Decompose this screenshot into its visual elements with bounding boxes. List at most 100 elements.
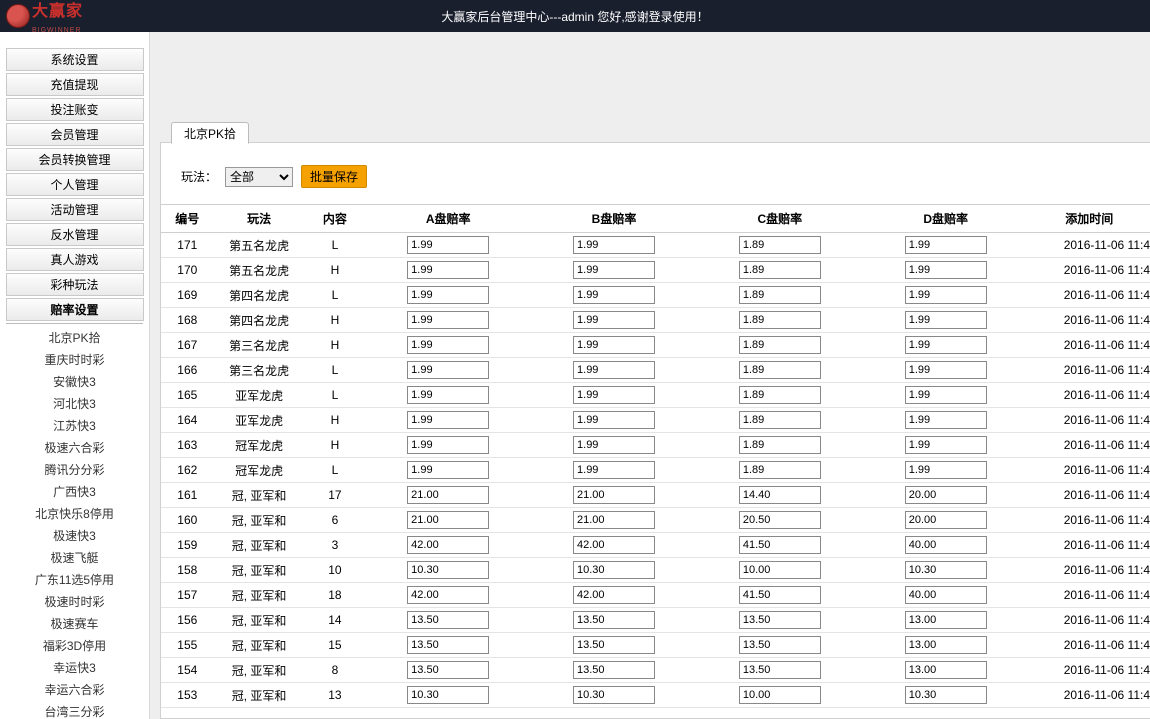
c-rate-input[interactable] (739, 561, 821, 579)
b-rate-input[interactable] (573, 511, 655, 529)
c-rate-input[interactable] (739, 636, 821, 654)
sidebar-sub-item[interactable]: 河北快3 (6, 394, 144, 414)
bulk-save-button[interactable]: 批量保存 (301, 165, 367, 188)
c-rate-input[interactable] (739, 511, 821, 529)
c-rate-input[interactable] (739, 261, 821, 279)
sidebar-sub-item[interactable]: 极速时时彩 (6, 592, 144, 612)
sidebar-main-item[interactable]: 反水管理 (6, 223, 144, 246)
c-rate-input[interactable] (739, 661, 821, 679)
b-rate-input[interactable] (573, 386, 655, 404)
b-rate-input[interactable] (573, 661, 655, 679)
sidebar-main-item[interactable]: 真人游戏 (6, 248, 144, 271)
d-rate-input[interactable] (905, 286, 987, 304)
c-rate-input[interactable] (739, 286, 821, 304)
sidebar-sub-item[interactable]: 极速飞艇 (6, 548, 144, 568)
a-rate-input[interactable] (407, 461, 489, 479)
sidebar-sub-item[interactable]: 北京PK拾 (6, 328, 144, 348)
tab-active[interactable]: 北京PK拾 (171, 122, 249, 144)
c-rate-input[interactable] (739, 586, 821, 604)
c-rate-input[interactable] (739, 386, 821, 404)
a-rate-input[interactable] (407, 636, 489, 654)
d-rate-input[interactable] (905, 561, 987, 579)
d-rate-input[interactable] (905, 486, 987, 504)
b-rate-input[interactable] (573, 336, 655, 354)
sidebar-main-item[interactable]: 活动管理 (6, 198, 144, 221)
sidebar-sub-item[interactable]: 福彩3D停用 (6, 636, 144, 656)
a-rate-input[interactable] (407, 261, 489, 279)
b-rate-input[interactable] (573, 261, 655, 279)
a-rate-input[interactable] (407, 336, 489, 354)
d-rate-input[interactable] (905, 361, 987, 379)
sidebar-main-item[interactable]: 会员管理 (6, 123, 144, 146)
sidebar-sub-item[interactable]: 广西快3 (6, 482, 144, 502)
a-rate-input[interactable] (407, 311, 489, 329)
b-rate-input[interactable] (573, 536, 655, 554)
sidebar-main-item[interactable]: 赔率设置 (6, 298, 144, 321)
d-rate-input[interactable] (905, 536, 987, 554)
b-rate-input[interactable] (573, 411, 655, 429)
c-rate-input[interactable] (739, 611, 821, 629)
b-rate-input[interactable] (573, 436, 655, 454)
sidebar-sub-item[interactable]: 极速六合彩 (6, 438, 144, 458)
sidebar-sub-item[interactable]: 安徽快3 (6, 372, 144, 392)
b-rate-input[interactable] (573, 636, 655, 654)
sidebar-sub-item[interactable]: 广东11选5停用 (6, 570, 144, 590)
sidebar-sub-item[interactable]: 幸运快3 (6, 658, 144, 678)
sidebar-sub-item[interactable]: 江苏快3 (6, 416, 144, 436)
a-rate-input[interactable] (407, 561, 489, 579)
d-rate-input[interactable] (905, 236, 987, 254)
a-rate-input[interactable] (407, 361, 489, 379)
a-rate-input[interactable] (407, 286, 489, 304)
b-rate-input[interactable] (573, 361, 655, 379)
b-rate-input[interactable] (573, 461, 655, 479)
d-rate-input[interactable] (905, 461, 987, 479)
a-rate-input[interactable] (407, 536, 489, 554)
sidebar-main-item[interactable]: 投注账变 (6, 98, 144, 121)
a-rate-input[interactable] (407, 386, 489, 404)
sidebar-main-item[interactable]: 系统设置 (6, 48, 144, 71)
a-rate-input[interactable] (407, 236, 489, 254)
b-rate-input[interactable] (573, 686, 655, 704)
sidebar-main-item[interactable]: 个人管理 (6, 173, 144, 196)
logo[interactable]: 大赢家 BIGWINNER (0, 0, 83, 35)
d-rate-input[interactable] (905, 386, 987, 404)
a-rate-input[interactable] (407, 661, 489, 679)
d-rate-input[interactable] (905, 311, 987, 329)
sidebar-sub-item[interactable]: 腾讯分分彩 (6, 460, 144, 480)
a-rate-input[interactable] (407, 436, 489, 454)
sidebar-sub-item[interactable]: 幸运六合彩 (6, 680, 144, 700)
d-rate-input[interactable] (905, 686, 987, 704)
sidebar-sub-item[interactable]: 台湾三分彩 (6, 702, 144, 719)
d-rate-input[interactable] (905, 611, 987, 629)
b-rate-input[interactable] (573, 586, 655, 604)
d-rate-input[interactable] (905, 261, 987, 279)
c-rate-input[interactable] (739, 361, 821, 379)
d-rate-input[interactable] (905, 511, 987, 529)
b-rate-input[interactable] (573, 236, 655, 254)
sidebar-sub-item[interactable]: 极速快3 (6, 526, 144, 546)
d-rate-input[interactable] (905, 661, 987, 679)
a-rate-input[interactable] (407, 611, 489, 629)
a-rate-input[interactable] (407, 486, 489, 504)
c-rate-input[interactable] (739, 536, 821, 554)
sidebar-main-item[interactable]: 充值提现 (6, 73, 144, 96)
sidebar-main-item[interactable]: 会员转换管理 (6, 148, 144, 171)
filter-select[interactable]: 全部 (225, 167, 293, 187)
sidebar-main-item[interactable]: 彩种玩法 (6, 273, 144, 296)
b-rate-input[interactable] (573, 486, 655, 504)
c-rate-input[interactable] (739, 411, 821, 429)
a-rate-input[interactable] (407, 411, 489, 429)
sidebar-sub-item[interactable]: 北京快乐8停用 (6, 504, 144, 524)
d-rate-input[interactable] (905, 336, 987, 354)
c-rate-input[interactable] (739, 311, 821, 329)
d-rate-input[interactable] (905, 411, 987, 429)
a-rate-input[interactable] (407, 511, 489, 529)
sidebar-sub-item[interactable]: 极速赛车 (6, 614, 144, 634)
a-rate-input[interactable] (407, 686, 489, 704)
b-rate-input[interactable] (573, 611, 655, 629)
c-rate-input[interactable] (739, 236, 821, 254)
b-rate-input[interactable] (573, 286, 655, 304)
sidebar-sub-item[interactable]: 重庆时时彩 (6, 350, 144, 370)
d-rate-input[interactable] (905, 436, 987, 454)
c-rate-input[interactable] (739, 461, 821, 479)
